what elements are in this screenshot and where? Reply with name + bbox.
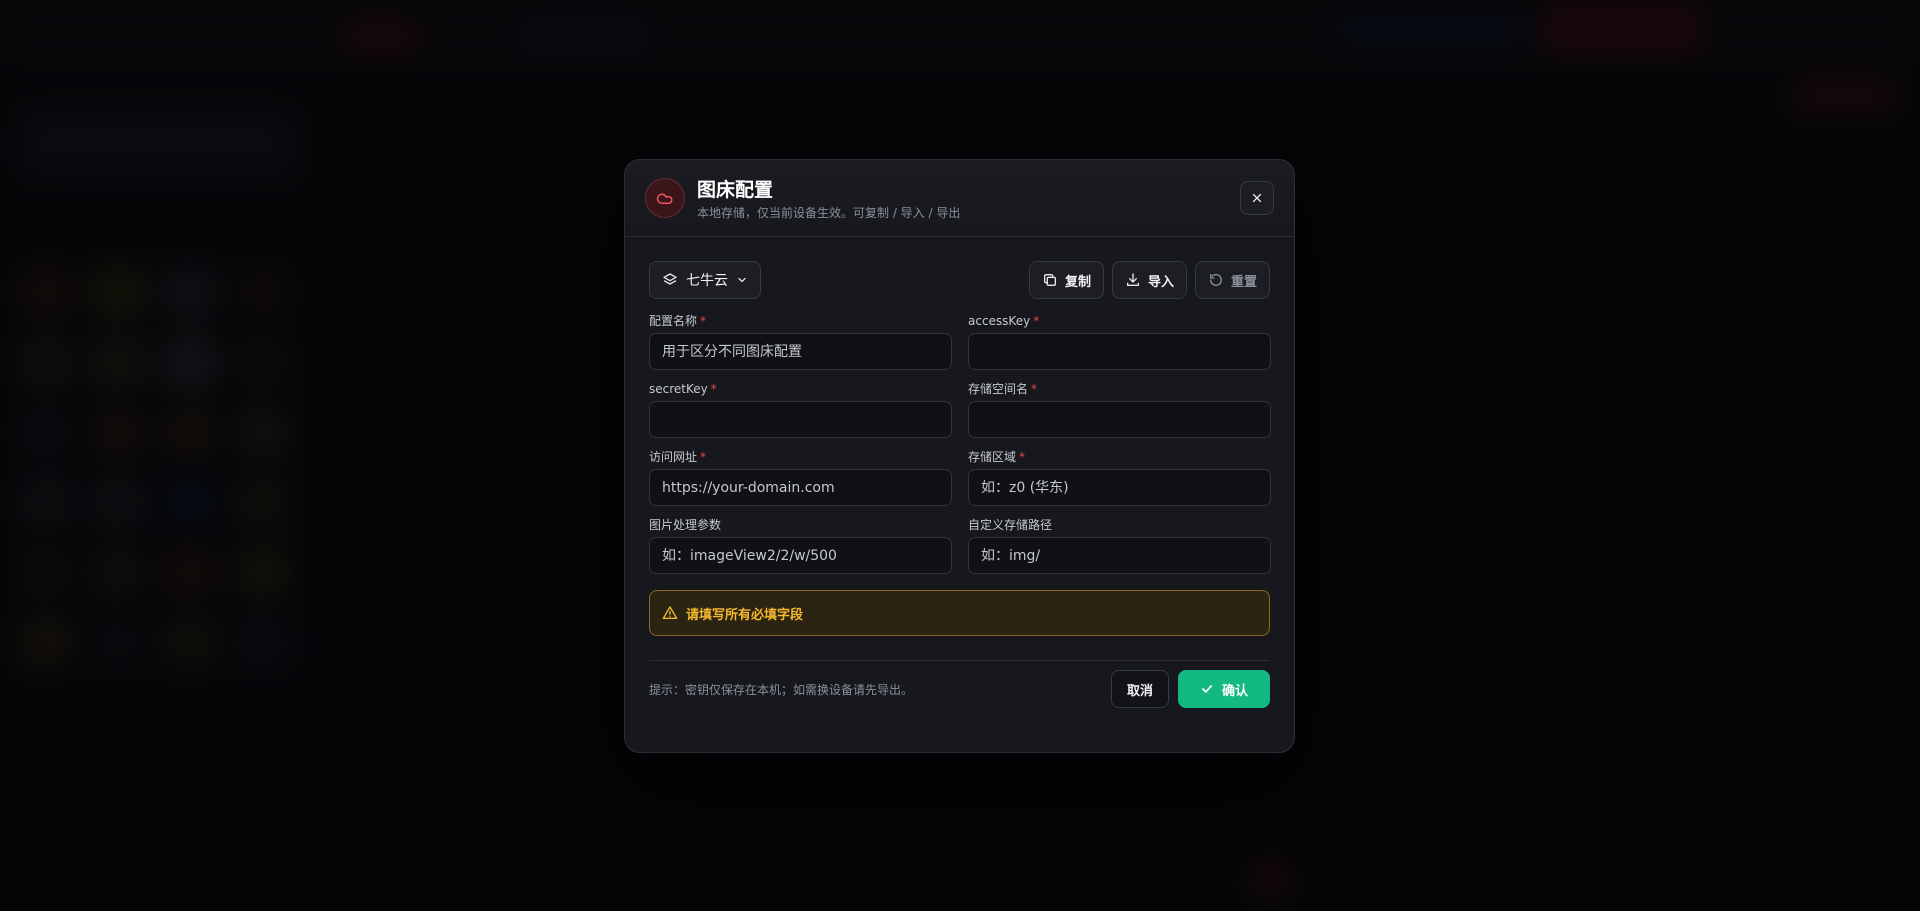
copy-button-label: 复制 [1064, 274, 1091, 290]
access-key-label: accessKey * [968, 314, 1040, 328]
footer-hint: 提示：密钥仅保存在本机；如需换设备请先导出。 [649, 682, 914, 697]
reset-button-label: 重置 [1230, 274, 1257, 290]
footer-divider [649, 660, 1270, 661]
config-form: 配置名称* accessKey* secretKey* 存储空间名* 访问网址*… [649, 314, 1271, 574]
region-field: 存储区域 * [968, 450, 1271, 506]
chevron-down-icon [738, 277, 746, 283]
url-field: 访问网址 * [649, 450, 952, 506]
close-button[interactable] [1240, 181, 1274, 215]
region-label: 存储区域 * [968, 450, 1026, 464]
reset-button[interactable]: 重置 [1194, 261, 1270, 299]
validation-warning: 请填写所有必填字段 [649, 590, 1270, 636]
provider-select[interactable]: 七牛云 [649, 261, 761, 299]
dialog-header: 图床配置 本地存储，仅当前设备生效。可复制 / 导入 / 导出 [625, 160, 1294, 237]
dialog-body: 七牛云 复制 导入 重置 配置名称 * 用于区分不同图床配置 accessKey… [625, 237, 1294, 708]
toolbar-actions: 复制 导入 重置 [1028, 261, 1270, 299]
secret-key-label: secretKey * [649, 382, 717, 396]
import-button-label: 导入 [1147, 274, 1174, 290]
bucket-field: 存储空间名 * [968, 382, 1271, 438]
validation-warning-text: 请填写所有必填字段 [686, 607, 804, 623]
url-input[interactable] [649, 469, 952, 506]
bucket-label: 存储空间名 * [968, 382, 1038, 396]
check-icon [1202, 685, 1212, 693]
dialog-footer: 提示：密钥仅保存在本机；如需换设备请先导出。 取消 确认 [649, 670, 1270, 708]
cancel-button[interactable]: 取消 [1110, 670, 1169, 708]
copy-icon [1043, 274, 1056, 286]
confirm-button[interactable]: 确认 [1178, 670, 1270, 708]
bucket-input[interactable] [968, 401, 1271, 438]
config-name-input[interactable] [649, 333, 952, 370]
access-key-field: accessKey * [968, 314, 1271, 370]
reset-icon [1209, 273, 1222, 286]
image-params-label: 图片处理参数 [649, 518, 722, 532]
close-icon [1252, 193, 1262, 203]
image-host-config-dialog: 图床配置 本地存储，仅当前设备生效。可复制 / 导入 / 导出 七牛云 复制 导… [624, 159, 1295, 753]
layers-icon [663, 273, 677, 285]
secret-key-input[interactable] [649, 401, 952, 438]
config-name-field: 配置名称 * [649, 314, 952, 370]
cancel-button-label: 取消 [1126, 683, 1153, 699]
access-key-input[interactable] [968, 333, 1271, 370]
confirm-button-label: 确认 [1221, 683, 1248, 699]
region-input[interactable] [968, 469, 1271, 506]
download-icon [1126, 273, 1139, 286]
image-params-field: 图片处理参数 [649, 518, 952, 574]
dialog-title: 图床配置 [697, 180, 774, 201]
path-input[interactable] [968, 537, 1271, 574]
dialog-subtitle: 本地存储，仅当前设备生效。可复制 / 导入 / 导出 [697, 206, 961, 220]
url-label: 访问网址 * [649, 450, 707, 464]
dialog-title-group: 图床配置 本地存储，仅当前设备生效。可复制 / 导入 / 导出 [697, 175, 960, 221]
copy-button[interactable]: 复制 [1028, 261, 1104, 299]
path-field: 自定义存储路径 [968, 518, 1271, 574]
import-button[interactable]: 导入 [1111, 261, 1187, 299]
dialog-toolbar: 七牛云 复制 导入 重置 [649, 261, 1270, 299]
image-params-input[interactable] [649, 537, 952, 574]
warning-icon [662, 606, 678, 619]
footer-actions: 取消 确认 [1110, 670, 1270, 708]
path-label: 自定义存储路径 [968, 518, 1053, 532]
cloud-icon [645, 178, 685, 218]
config-name-label: 配置名称 * [649, 314, 707, 328]
secret-key-field: secretKey * [649, 382, 952, 438]
provider-select-value: 七牛云 [686, 273, 728, 289]
